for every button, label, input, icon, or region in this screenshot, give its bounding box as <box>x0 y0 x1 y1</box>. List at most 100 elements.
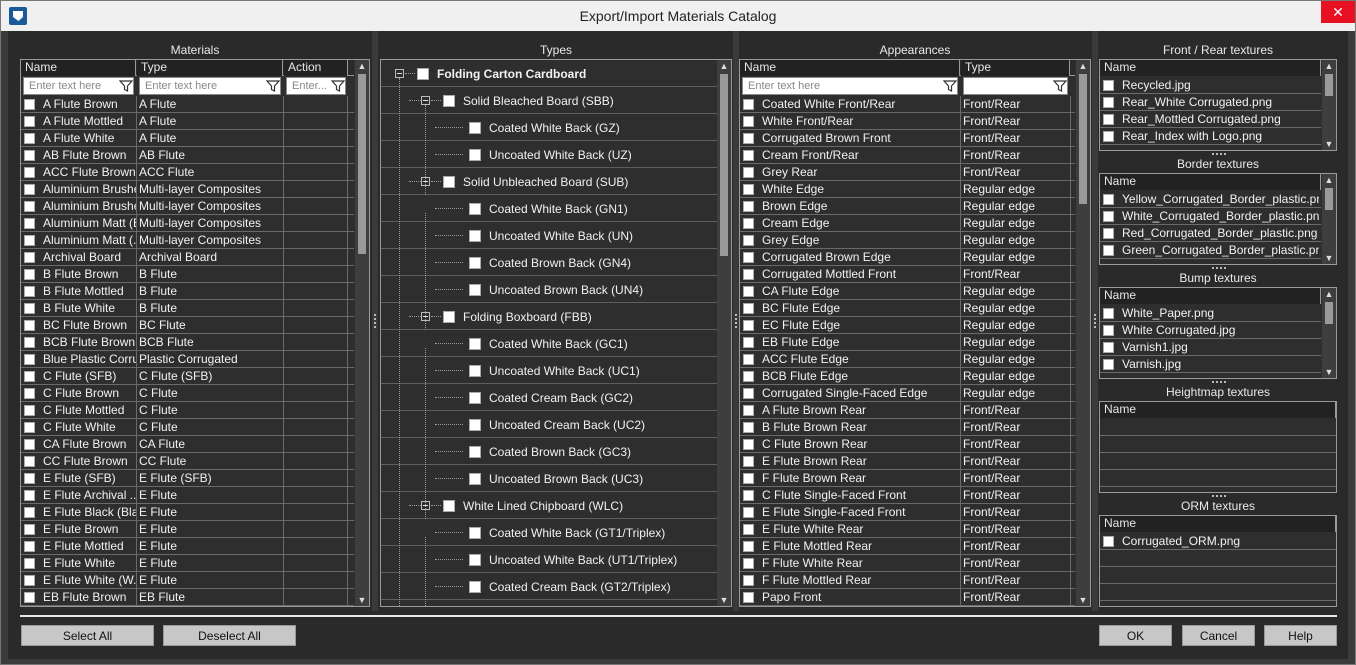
row-checkbox[interactable] <box>743 184 754 195</box>
tree-checkbox[interactable] <box>443 500 455 512</box>
tree-checkbox[interactable] <box>469 257 481 269</box>
table-row[interactable]: E Flute Mottled E Flute <box>21 538 354 555</box>
table-row[interactable]: E Flute Brown Rear Front/Rear <box>740 453 1075 470</box>
scroll-thumb[interactable] <box>1325 74 1333 96</box>
scroll-up-arrow-icon[interactable]: ▲ <box>718 60 730 72</box>
appearances-column-header[interactable]: Name <box>740 60 960 76</box>
tree-node[interactable]: Solid Bleached Board (SBB) <box>381 87 717 114</box>
row-checkbox[interactable] <box>1103 80 1114 91</box>
tree-checkbox[interactable] <box>469 338 481 350</box>
table-row[interactable]: E Flute White Rear Front/Rear <box>740 521 1075 538</box>
material-action[interactable] <box>284 198 348 214</box>
table-row[interactable]: B Flute White B Flute <box>21 300 354 317</box>
splitter-grip-icon[interactable] <box>1094 314 1096 328</box>
table-row[interactable]: Corrugated Single-Faced Edge Regular edge <box>740 385 1075 402</box>
scroll-down-arrow-icon[interactable]: ▼ <box>1323 138 1335 150</box>
appearances-filter-input[interactable]: Enter text here <box>742 77 958 95</box>
material-action[interactable] <box>284 351 348 367</box>
table-row[interactable]: Grey Edge Regular edge <box>740 232 1075 249</box>
front-rear-textures-scrollbar[interactable]: ▲ ▼ <box>1322 60 1336 150</box>
tree-checkbox[interactable] <box>469 230 481 242</box>
row-checkbox[interactable] <box>1103 342 1114 353</box>
tree-checkbox[interactable] <box>469 473 481 485</box>
scroll-up-arrow-icon[interactable]: ▲ <box>1323 174 1335 186</box>
list-item[interactable]: Green_Corrugated_Border_plastic.png <box>1100 242 1321 259</box>
list-item[interactable] <box>1100 419 1336 436</box>
close-button[interactable]: ✕ <box>1321 1 1355 23</box>
material-action[interactable] <box>284 470 348 486</box>
row-checkbox[interactable] <box>743 235 754 246</box>
filter-funnel-icon[interactable] <box>1052 79 1068 93</box>
table-row[interactable]: E Flute Mottled Rear Front/Rear <box>740 538 1075 555</box>
table-row[interactable]: CC Flute Brown CC Flute <box>21 453 354 470</box>
table-row[interactable]: Grey Rear Front/Rear <box>740 164 1075 181</box>
row-checkbox[interactable] <box>743 303 754 314</box>
material-action[interactable] <box>284 419 348 435</box>
table-row[interactable]: Coated White Front/Rear Front/Rear <box>740 96 1075 113</box>
row-checkbox[interactable] <box>1103 131 1114 142</box>
scroll-down-arrow-icon[interactable]: ▼ <box>718 594 730 606</box>
row-checkbox[interactable] <box>24 201 35 212</box>
row-checkbox[interactable] <box>24 575 35 586</box>
materials-scrollbar[interactable]: ▲ ▼ <box>355 60 369 606</box>
row-checkbox[interactable] <box>743 490 754 501</box>
table-row[interactable]: EB Flute Brown EB Flute <box>21 589 354 606</box>
materials-column-header[interactable]: Type <box>137 60 283 76</box>
row-checkbox[interactable] <box>743 388 754 399</box>
material-action[interactable] <box>284 436 348 452</box>
material-action[interactable] <box>284 385 348 401</box>
row-checkbox[interactable] <box>24 473 35 484</box>
row-checkbox[interactable] <box>743 507 754 518</box>
row-checkbox[interactable] <box>24 133 35 144</box>
row-checkbox[interactable] <box>24 371 35 382</box>
list-item[interactable] <box>1100 550 1336 567</box>
table-row[interactable]: CA Flute Brown CA Flute <box>21 436 354 453</box>
tree-node[interactable]: Solid Unbleached Board (SUB) <box>381 168 717 195</box>
table-row[interactable]: Aluminium Brushe...Multi-layer Composite… <box>21 181 354 198</box>
tree-checkbox[interactable] <box>469 365 481 377</box>
row-checkbox[interactable] <box>24 320 35 331</box>
tree-checkbox[interactable] <box>469 122 481 134</box>
row-checkbox[interactable] <box>24 354 35 365</box>
material-action[interactable] <box>284 283 348 299</box>
material-action[interactable] <box>284 164 348 180</box>
cancel-button[interactable]: Cancel <box>1182 625 1255 646</box>
row-checkbox[interactable] <box>743 439 754 450</box>
tree-checkbox[interactable] <box>469 581 481 593</box>
row-checkbox[interactable] <box>24 456 35 467</box>
materials-filter-input[interactable]: Enter text here <box>23 77 134 95</box>
table-row[interactable]: Blue Plastic Corru...Plastic Corrugated <box>21 351 354 368</box>
row-checkbox[interactable] <box>1103 228 1114 239</box>
row-checkbox[interactable] <box>24 218 35 229</box>
appearances-column-header[interactable]: Type <box>961 60 1070 76</box>
row-checkbox[interactable] <box>743 167 754 178</box>
table-row[interactable]: EB Flute Edge Regular edge <box>740 334 1075 351</box>
list-item[interactable] <box>1100 470 1336 487</box>
material-action[interactable] <box>284 538 348 554</box>
table-row[interactable]: Papo Front Front/Rear <box>740 589 1075 606</box>
row-checkbox[interactable] <box>24 592 35 603</box>
material-action[interactable] <box>284 334 348 350</box>
table-row[interactable]: White Edge Regular edge <box>740 181 1075 198</box>
table-row[interactable]: ACC Flute Brown ACC Flute <box>21 164 354 181</box>
material-action[interactable] <box>284 487 348 503</box>
row-checkbox[interactable] <box>24 252 35 263</box>
list-item[interactable]: Rear_White Corrugated.png <box>1100 94 1321 111</box>
row-checkbox[interactable] <box>24 150 35 161</box>
texture-column-header[interactable]: Name <box>1100 402 1336 418</box>
table-row[interactable]: EC Flute Edge Regular edge <box>740 317 1075 334</box>
table-row[interactable]: E Flute Brown E Flute <box>21 521 354 538</box>
row-checkbox[interactable] <box>1103 536 1114 547</box>
material-action[interactable] <box>284 402 348 418</box>
row-checkbox[interactable] <box>24 269 35 280</box>
table-row[interactable]: C Flute Mottled C Flute <box>21 402 354 419</box>
splitter-grip-icon[interactable] <box>735 314 737 328</box>
table-row[interactable]: A Flute Brown A Flute <box>21 96 354 113</box>
table-row[interactable]: A Flute White A Flute <box>21 130 354 147</box>
row-checkbox[interactable] <box>743 150 754 161</box>
tree-node[interactable]: Uncoated White Back (UC1) <box>381 357 717 384</box>
table-row[interactable]: C Flute Brown Rear Front/Rear <box>740 436 1075 453</box>
row-checkbox[interactable] <box>743 575 754 586</box>
table-row[interactable]: BC Flute Edge Regular edge <box>740 300 1075 317</box>
texture-column-header[interactable]: Name <box>1100 288 1321 304</box>
